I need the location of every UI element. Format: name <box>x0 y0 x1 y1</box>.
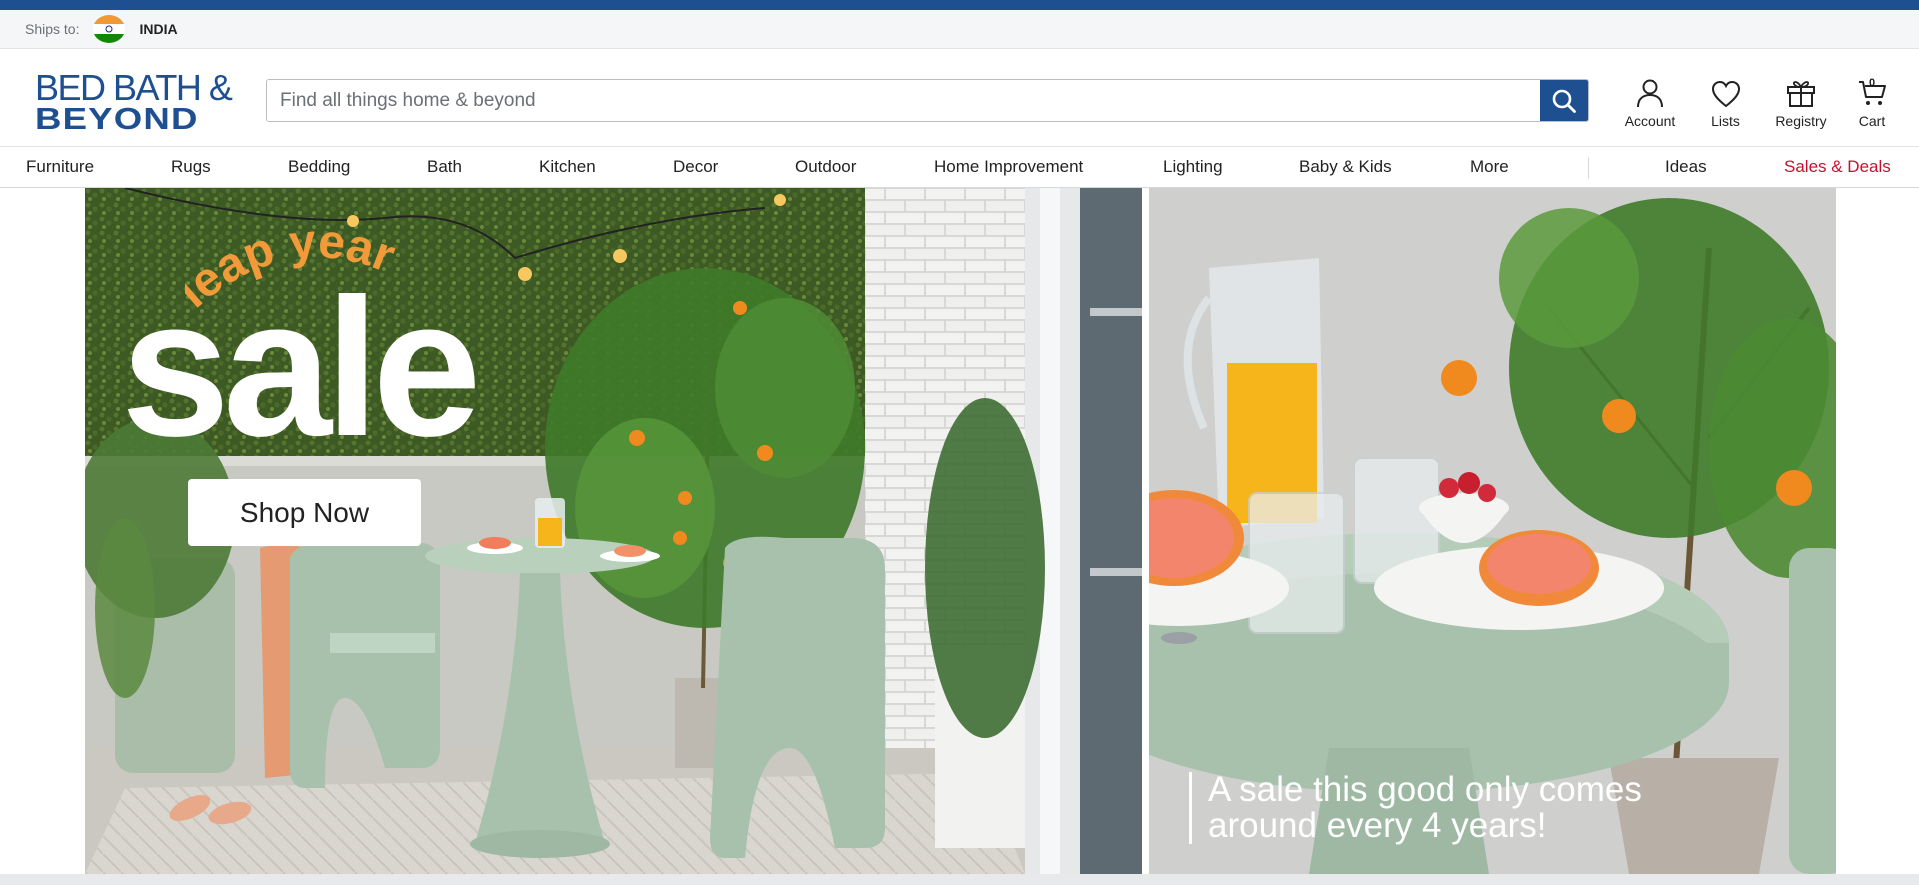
nav-item-sales-deals[interactable]: Sales & Deals <box>1784 157 1891 177</box>
site-logo[interactable]: BED BATH & BEYOND <box>35 67 233 135</box>
hero-image-patio[interactable]: leap year sale Shop Now <box>85 188 1142 874</box>
search-button[interactable] <box>1540 80 1588 121</box>
site-header: BED BATH & BEYOND Account <box>0 49 1919 146</box>
nav-item-furniture[interactable]: Furniture <box>26 157 94 177</box>
search-input[interactable] <box>267 80 1540 121</box>
search-icon <box>1552 89 1576 113</box>
hero-image-table-closeup[interactable]: A sale this good only comes around every… <box>1149 188 1836 874</box>
search-bar <box>266 79 1589 122</box>
user-icon <box>1637 79 1663 108</box>
sale-headline: sale <box>121 258 481 477</box>
india-flag-icon[interactable] <box>93 15 126 43</box>
hero-tagline: A sale this good only comes around every… <box>1189 772 1642 844</box>
nav-item-rugs[interactable]: Rugs <box>171 157 211 177</box>
hero-banner: leap year sale Shop Now <box>85 188 1836 874</box>
nav-item-decor[interactable]: Decor <box>673 157 718 177</box>
ships-to-country[interactable]: INDIA <box>139 21 177 37</box>
nav-item-ideas[interactable]: Ideas <box>1665 157 1707 177</box>
header-actions: Account Lists Registry 0 Cart <box>1610 71 1904 131</box>
category-nav: Furniture Rugs Bedding Bath Kitchen Deco… <box>0 146 1919 188</box>
tagline-line-2: around every 4 years! <box>1208 806 1547 845</box>
account-label: Account <box>1624 113 1676 129</box>
nav-item-bath[interactable]: Bath <box>427 157 462 177</box>
gift-icon <box>1787 81 1815 107</box>
shop-now-button[interactable]: Shop Now <box>188 479 421 546</box>
registry-label: Registry <box>1775 113 1827 129</box>
lists-label: Lists <box>1711 113 1740 129</box>
cart-count-badge: 0 <box>1868 77 1876 89</box>
cart-label: Cart <box>1858 113 1886 129</box>
nav-item-lighting[interactable]: Lighting <box>1163 157 1223 177</box>
logo-line-2: BEYOND <box>35 101 199 136</box>
logo-line-1: BED BATH & <box>35 67 233 108</box>
tagline-line-1: A sale this good only comes <box>1208 770 1642 809</box>
heart-icon <box>1711 80 1740 108</box>
nav-item-more[interactable]: More <box>1470 157 1509 177</box>
nav-divider <box>1588 157 1589 179</box>
nav-item-home-improvement[interactable]: Home Improvement <box>934 157 1083 177</box>
registry-button[interactable]: Registry <box>1761 71 1841 129</box>
nav-item-baby-kids[interactable]: Baby & Kids <box>1299 157 1392 177</box>
nav-item-bedding[interactable]: Bedding <box>288 157 350 177</box>
ships-to-label: Ships to: <box>25 21 80 37</box>
top-accent-stripe <box>0 0 1919 10</box>
lists-button[interactable]: Lists <box>1688 71 1763 129</box>
account-button[interactable]: Account <box>1610 71 1690 129</box>
cart-button[interactable]: 0 Cart <box>1840 71 1904 129</box>
nav-item-outdoor[interactable]: Outdoor <box>795 157 856 177</box>
ships-to-bar: Ships to: INDIA <box>0 10 1919 49</box>
bottom-strip <box>0 874 1919 885</box>
nav-item-kitchen[interactable]: Kitchen <box>539 157 596 177</box>
